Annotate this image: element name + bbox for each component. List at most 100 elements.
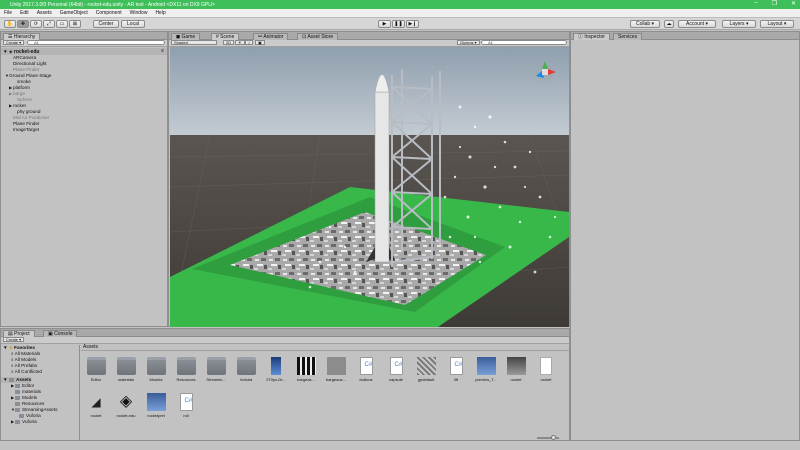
hierarchy-item[interactable]: ImageTarget bbox=[1, 127, 39, 133]
asset-item[interactable]: bargeaux... bbox=[325, 357, 347, 382]
folder-icon bbox=[146, 357, 166, 375]
hierarchy-create-button[interactable]: Create ▾ bbox=[3, 40, 25, 45]
csharp-script-icon bbox=[179, 393, 193, 411]
asset-item[interactable]: Streamin... bbox=[205, 357, 227, 382]
menu-edit[interactable]: Edit bbox=[20, 10, 29, 16]
gizmos-dropdown[interactable]: Gizmos ▾ bbox=[457, 40, 480, 45]
move-tool-button[interactable]: ✥ bbox=[17, 20, 29, 28]
asset-item[interactable]: gpdefault bbox=[415, 357, 437, 382]
scene-menu-icon[interactable]: ≡ bbox=[161, 48, 164, 55]
minimize-button[interactable]: – bbox=[754, 0, 757, 7]
rect-tool-button[interactable]: ▭ bbox=[56, 20, 68, 28]
asset-item[interactable]: rocketprel bbox=[145, 393, 167, 418]
favorite-label: All Conflicted bbox=[14, 369, 43, 374]
transform-tool-button[interactable]: ⊠ bbox=[69, 20, 81, 28]
pause-icon: ❚❚ bbox=[394, 21, 403, 27]
tab-game[interactable]: ◼ Game bbox=[171, 33, 201, 40]
asset-item[interactable]: ◈ rocket-edu bbox=[115, 393, 137, 418]
close-button[interactable]: ✕ bbox=[791, 0, 796, 7]
asset-item[interactable]: preview_T... bbox=[475, 357, 497, 382]
asset-item[interactable]: lift bbox=[445, 357, 467, 382]
menu-gameobject[interactable]: GameObject bbox=[60, 10, 88, 16]
maximize-button[interactable]: ❐ bbox=[772, 0, 777, 7]
menu-help[interactable]: Help bbox=[155, 10, 165, 16]
asset-item[interactable]: ◢ rocket bbox=[85, 393, 107, 418]
layout-button[interactable]: Layout ▾ bbox=[760, 20, 794, 28]
pivot-center-button[interactable]: Center bbox=[93, 20, 119, 28]
hand-tool-button[interactable]: ✋ bbox=[4, 20, 16, 28]
scale-tool-button[interactable]: ⤢ bbox=[43, 20, 55, 28]
asset-item[interactable]: rocket bbox=[505, 357, 527, 382]
tab-inspector[interactable]: ⓘ Inspector bbox=[573, 33, 610, 40]
tab-project[interactable]: ▤ Project bbox=[3, 330, 35, 337]
folder-icon bbox=[116, 357, 136, 375]
breadcrumb-assets[interactable]: Assets bbox=[81, 344, 98, 350]
asset-label: rocket bbox=[540, 377, 552, 382]
step-button[interactable]: ▶❙ bbox=[406, 20, 419, 28]
asset-item[interactable]: 270px-Dr... bbox=[265, 357, 287, 382]
shading-mode-dropdown[interactable]: Shaded bbox=[171, 40, 217, 45]
tab-services[interactable]: Services bbox=[613, 33, 643, 40]
pause-button[interactable]: ❚❚ bbox=[392, 20, 405, 28]
scale-icon: ⤢ bbox=[46, 21, 51, 27]
star-icon: ★ bbox=[8, 345, 14, 350]
asset-item[interactable]: rocket bbox=[535, 357, 557, 382]
favorite-item[interactable]: ⌕ All Conflicted bbox=[1, 369, 42, 375]
asset-item[interactable]: bargeas... bbox=[295, 357, 317, 382]
scene-root-row[interactable]: ▼ ◈ rocket-edu ≡ bbox=[1, 48, 167, 55]
scene-view[interactable] bbox=[170, 47, 569, 327]
effects-toggle[interactable]: ▣ bbox=[255, 40, 265, 45]
project-folder[interactable]: ▶ Vuforia bbox=[1, 419, 37, 425]
hierarchy-item-label: Plane Finder bbox=[13, 67, 40, 72]
2d-toggle[interactable]: 2D bbox=[223, 40, 235, 45]
asset-item[interactable]: Vuforia bbox=[235, 357, 257, 382]
tab-scene[interactable]: # Scene bbox=[211, 33, 240, 40]
hand-icon: ✋ bbox=[6, 21, 14, 27]
tab-asset-store[interactable]: ⊡ Asset Store bbox=[297, 33, 339, 40]
menu-file[interactable]: File bbox=[4, 10, 12, 16]
asset-label: Editor bbox=[90, 377, 102, 382]
csharp-script-icon bbox=[449, 357, 463, 375]
lighting-toggle[interactable]: ☀ bbox=[235, 40, 245, 45]
transform-icon: ⊠ bbox=[72, 21, 78, 27]
menu-assets[interactable]: Assets bbox=[37, 10, 52, 16]
asset-label: 270px-Dr... bbox=[266, 377, 286, 382]
asset-label: rocket-edu bbox=[116, 413, 136, 418]
folder-label: materials bbox=[22, 389, 42, 394]
csharp-script-icon bbox=[359, 357, 373, 375]
scene-search-placeholder: All bbox=[488, 40, 493, 45]
folder-icon bbox=[8, 377, 14, 382]
project-create-button[interactable]: Create ▾ bbox=[3, 337, 25, 342]
asset-item[interactable]: Resources bbox=[175, 357, 197, 382]
menu-component[interactable]: Component bbox=[96, 10, 122, 16]
icon-size-slider-thumb[interactable] bbox=[551, 435, 556, 440]
tab-console[interactable]: ▣ Console bbox=[43, 330, 78, 337]
asset-item[interactable]: roll bbox=[175, 393, 197, 418]
scene-search-input[interactable]: All bbox=[481, 40, 567, 45]
audio-toggle[interactable]: ♪ bbox=[245, 40, 253, 45]
tab-animator[interactable]: ⚯ Animator bbox=[253, 33, 289, 40]
space-local-button[interactable]: Local bbox=[121, 20, 145, 28]
expand-arrow-icon: ▼ bbox=[3, 49, 9, 54]
collab-button[interactable]: Collab ▾ bbox=[630, 20, 660, 28]
breadcrumb: Assets bbox=[81, 344, 569, 351]
asset-item[interactable]: capsule bbox=[385, 357, 407, 382]
folder-icon bbox=[86, 357, 106, 375]
folder-label: StreamingAssets bbox=[22, 407, 58, 412]
play-button[interactable]: ▶ bbox=[378, 20, 391, 28]
asset-item[interactable]: Editor bbox=[85, 357, 107, 382]
layers-button[interactable]: Layers ▾ bbox=[722, 20, 756, 28]
menu-window[interactable]: Window bbox=[130, 10, 148, 16]
tab-hierarchy[interactable]: ☰ Hierarchy bbox=[3, 33, 41, 40]
folder-icon bbox=[15, 419, 20, 424]
rotate-tool-button[interactable]: ⟳ bbox=[30, 20, 42, 28]
cloud-button[interactable]: ☁ bbox=[664, 20, 674, 28]
hierarchy-search-input[interactable]: All bbox=[27, 40, 165, 45]
account-button[interactable]: Account ▾ bbox=[678, 20, 716, 28]
hierarchy-tabstrip: ☰ Hierarchy bbox=[1, 32, 167, 40]
asset-item[interactable]: buttons bbox=[355, 357, 377, 382]
image-icon bbox=[416, 357, 436, 375]
asset-label: bargeas... bbox=[297, 377, 315, 382]
asset-item[interactable]: materials bbox=[115, 357, 137, 382]
asset-item[interactable]: Models bbox=[145, 357, 167, 382]
